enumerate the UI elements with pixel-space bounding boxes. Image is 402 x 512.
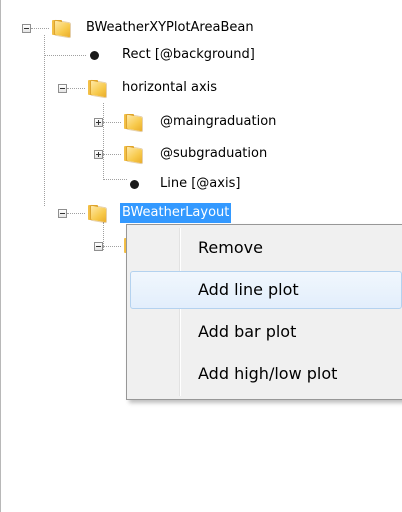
collapse-toggle-icon[interactable] bbox=[58, 84, 67, 93]
context-menu: Remove Add line plot Add bar plot Add hi… bbox=[126, 224, 402, 400]
menu-item-remove[interactable]: Remove bbox=[130, 229, 402, 267]
expand-toggle-icon[interactable] bbox=[94, 150, 103, 159]
tree-connector bbox=[67, 88, 85, 89]
tree-node-root[interactable]: BWeatherXYPlotAreaBean bbox=[0, 18, 340, 38]
tree-connector bbox=[103, 154, 121, 155]
collapse-toggle-icon[interactable] bbox=[22, 24, 31, 33]
tree-node-label: BWeatherLayout bbox=[120, 203, 232, 223]
menu-item-add-line-plot[interactable]: Add line plot bbox=[130, 271, 402, 309]
folder-icon bbox=[124, 114, 142, 132]
collapse-toggle-icon[interactable] bbox=[94, 242, 103, 251]
tree-node-bweatherlayout[interactable]: BWeatherLayout bbox=[0, 203, 340, 223]
folder-icon bbox=[88, 205, 106, 223]
tree-connector bbox=[103, 246, 121, 247]
tree-node-subgraduation[interactable]: @subgraduation bbox=[0, 144, 340, 164]
tree-node-layout-child[interactable] bbox=[0, 236, 142, 256]
folder-icon bbox=[124, 146, 142, 164]
tree-connector bbox=[31, 28, 49, 29]
tree-node-label: @subgraduation bbox=[160, 146, 268, 161]
leaf-bullet-icon bbox=[130, 180, 139, 189]
tree-node-rect-background[interactable]: Rect [@background] bbox=[0, 45, 340, 65]
tree-connector bbox=[67, 213, 85, 214]
tree-node-label: @maingraduation bbox=[160, 114, 277, 129]
folder-icon bbox=[88, 80, 106, 98]
tree-node-label: BWeatherXYPlotAreaBean bbox=[86, 20, 254, 35]
tree-node-line-axis[interactable]: Line [@axis] bbox=[0, 174, 340, 194]
collapse-toggle-icon[interactable] bbox=[58, 209, 67, 218]
menu-item-add-high-low-plot[interactable]: Add high/low plot bbox=[130, 355, 402, 393]
tree-node-label: Rect [@background] bbox=[122, 47, 255, 62]
menu-item-add-bar-plot[interactable]: Add bar plot bbox=[130, 313, 402, 351]
leaf-bullet-icon bbox=[90, 51, 99, 60]
tree-node-label: horizontal axis bbox=[122, 80, 218, 95]
tree-node-label: Line [@axis] bbox=[160, 176, 241, 191]
folder-icon bbox=[52, 20, 70, 38]
tree-node-maingraduation[interactable]: @maingraduation bbox=[0, 112, 340, 132]
expand-toggle-icon[interactable] bbox=[94, 118, 103, 127]
tree-connector bbox=[103, 122, 121, 123]
tree-node-horizontal-axis[interactable]: horizontal axis bbox=[0, 78, 340, 98]
